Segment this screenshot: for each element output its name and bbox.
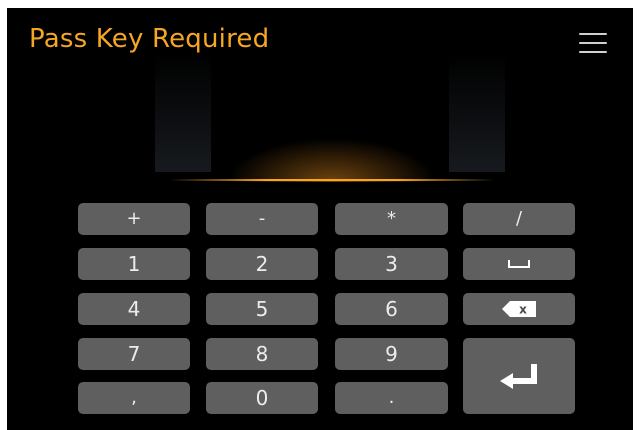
key-label: 3 xyxy=(385,252,398,276)
key-label: / xyxy=(515,208,523,229)
key-enter[interactable] xyxy=(463,338,575,414)
display-right-panel xyxy=(449,52,505,172)
key-5[interactable]: 5 xyxy=(206,293,318,325)
menu-icon-bar xyxy=(579,51,607,53)
key-label: 6 xyxy=(385,297,398,321)
key-label: , xyxy=(131,387,137,408)
key-2[interactable]: 2 xyxy=(206,248,318,280)
key-minus[interactable]: - xyxy=(206,203,318,235)
menu-button[interactable] xyxy=(577,28,609,60)
key-label: 0 xyxy=(255,386,269,410)
key-label: 8 xyxy=(255,342,269,366)
key-asterisk[interactable]: * xyxy=(335,203,448,235)
key-period[interactable]: . xyxy=(335,382,448,414)
page-title: Pass Key Required xyxy=(29,24,270,54)
key-backspace[interactable]: x xyxy=(463,293,575,325)
key-1[interactable]: 1 xyxy=(78,248,190,280)
key-8[interactable]: 8 xyxy=(206,338,318,370)
key-label: 5 xyxy=(255,297,269,321)
key-9[interactable]: 9 xyxy=(335,338,448,370)
key-label: . xyxy=(388,387,395,408)
backspace-glyph: x xyxy=(519,303,527,317)
key-comma[interactable]: , xyxy=(78,382,190,414)
key-label: 9 xyxy=(385,342,398,366)
key-label: * xyxy=(387,208,396,229)
input-glow xyxy=(227,138,437,182)
key-label: 7 xyxy=(127,342,141,366)
key-label: + xyxy=(126,208,142,229)
key-label: 1 xyxy=(127,252,141,276)
space-icon xyxy=(508,260,530,268)
backspace-icon: x xyxy=(502,301,536,317)
key-3[interactable]: 3 xyxy=(335,248,448,280)
key-0[interactable]: 0 xyxy=(206,382,318,414)
pass-key-screen: Pass Key Required + - * / 1 2 3 4 5 6 x … xyxy=(7,8,633,430)
display-left-panel xyxy=(155,52,211,172)
menu-icon-bar xyxy=(579,33,607,35)
key-label: 2 xyxy=(255,252,269,276)
key-7[interactable]: 7 xyxy=(78,338,190,370)
passkey-input-underline[interactable] xyxy=(169,179,495,181)
key-space[interactable] xyxy=(463,248,575,280)
menu-icon-bar xyxy=(579,42,607,44)
enter-icon xyxy=(500,364,537,389)
key-4[interactable]: 4 xyxy=(78,293,190,325)
key-plus[interactable]: + xyxy=(78,203,190,235)
key-label: 4 xyxy=(127,297,141,321)
key-label: - xyxy=(258,208,266,229)
key-slash[interactable]: / xyxy=(463,203,575,235)
key-6[interactable]: 6 xyxy=(335,293,448,325)
